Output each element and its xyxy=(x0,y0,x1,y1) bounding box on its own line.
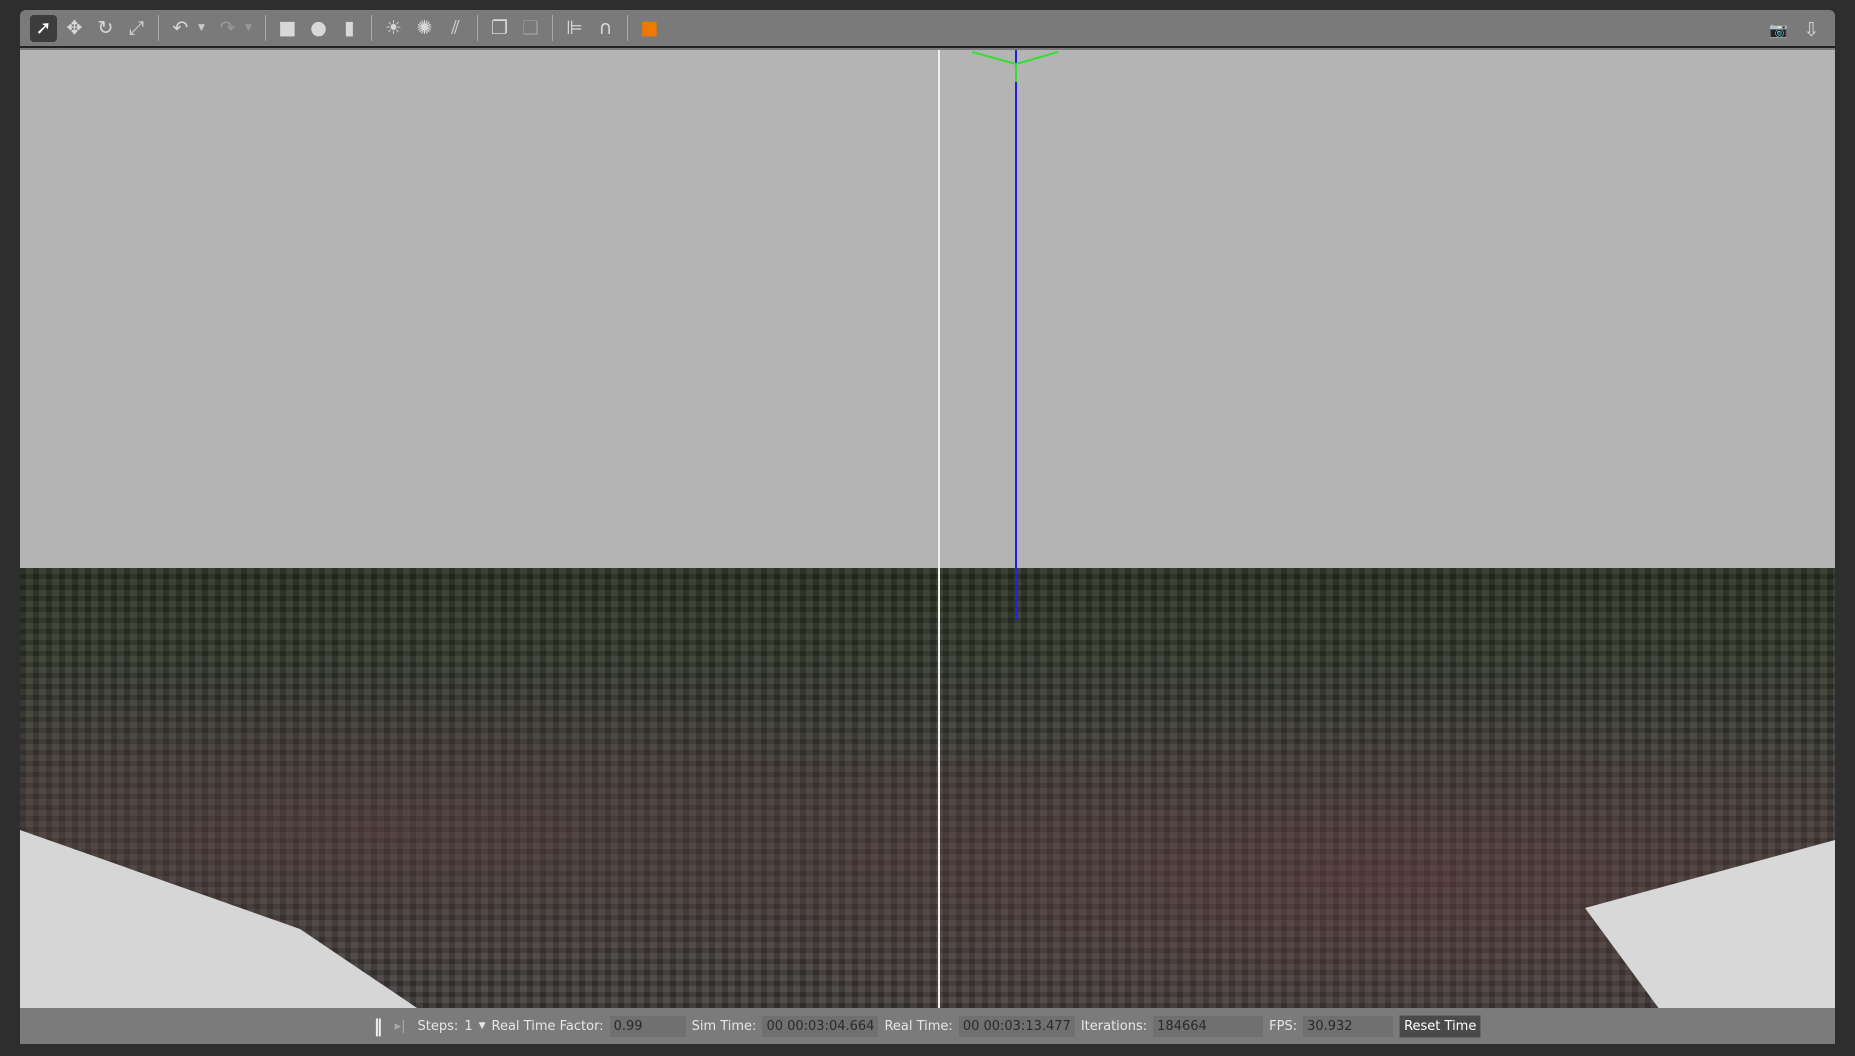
reset-time-button[interactable]: Reset Time xyxy=(1399,1014,1482,1038)
copy-button[interactable]: ❐ xyxy=(486,15,513,42)
align-button[interactable]: ⊫ xyxy=(561,15,588,42)
divider xyxy=(371,15,372,41)
time-panel: ‖ ▸| Steps: 1 ▼ Real Time Factor: 0.99 Si… xyxy=(20,1008,1835,1044)
step-button[interactable]: ▸| xyxy=(395,1019,406,1034)
sim-time-value: 00 00:03:04.664 xyxy=(762,1015,879,1037)
view-angle-button[interactable]: ■ xyxy=(636,15,663,42)
steps-label: Steps: xyxy=(417,1018,459,1034)
sim-time-label: Sim Time: xyxy=(691,1018,757,1034)
sphere-shape-button[interactable]: ● xyxy=(305,15,332,42)
gazebo-window: ➚ ✥ ↻ ⤢ ↶ ▼ ↷ ▼ ■ ● ▮ ☀ ✺ ⫽ ❐ ❏ ⊫ ∩ ■ 📷 … xyxy=(20,10,1835,1044)
model-origin-marker xyxy=(971,51,1059,82)
real-time-value: 00 00:03:13.477 xyxy=(958,1015,1075,1037)
cylinder-shape-button[interactable]: ▮ xyxy=(336,15,363,42)
box-shape-button[interactable]: ■ xyxy=(274,15,301,42)
undo-dropdown-icon[interactable]: ▼ xyxy=(198,23,210,33)
log-button[interactable]: ⇩ xyxy=(1798,16,1825,43)
spot-light-button[interactable]: ✺ xyxy=(411,15,438,42)
redo-dropdown-icon[interactable]: ▼ xyxy=(245,23,257,33)
vertical-guide-line xyxy=(938,50,940,1008)
divider xyxy=(627,15,628,41)
steps-spinner[interactable]: 1 xyxy=(464,1019,472,1034)
real-time-label: Real Time: xyxy=(884,1018,953,1034)
steps-dropdown-icon[interactable]: ▼ xyxy=(479,1021,486,1031)
real-time-factor-value: 0.99 xyxy=(609,1015,686,1037)
iterations-label: Iterations: xyxy=(1080,1018,1148,1034)
directional-light-button[interactable]: ⫽ xyxy=(442,15,469,42)
undo-button[interactable]: ↶ xyxy=(167,15,194,42)
screenshot-button[interactable]: 📷 xyxy=(1765,16,1792,43)
3d-viewport[interactable]: ⋮ ⋮ xyxy=(20,50,1835,1008)
divider xyxy=(158,15,159,41)
redo-button[interactable]: ↷ xyxy=(214,15,241,42)
toolbar: ➚ ✥ ↻ ⤢ ↶ ▼ ↷ ▼ ■ ● ▮ ☀ ✺ ⫽ ❐ ❏ ⊫ ∩ ■ 📷 … xyxy=(20,10,1835,48)
select-mode-button[interactable]: ➚ xyxy=(30,14,57,42)
divider xyxy=(477,15,478,41)
translate-mode-button[interactable]: ✥ xyxy=(61,15,88,42)
divider xyxy=(265,15,266,41)
scale-mode-button[interactable]: ⤢ xyxy=(123,15,150,42)
iterations-value: 184664 xyxy=(1153,1015,1264,1037)
fps-value: 30.932 xyxy=(1303,1015,1394,1037)
z-axis-line xyxy=(1015,50,1017,620)
pause-button[interactable]: ‖ xyxy=(374,1016,383,1037)
divider xyxy=(552,15,553,41)
point-light-button[interactable]: ☀ xyxy=(380,15,407,42)
rotate-mode-button[interactable]: ↻ xyxy=(92,15,119,42)
snap-button[interactable]: ∩ xyxy=(592,15,619,42)
real-time-factor-label: Real Time Factor: xyxy=(491,1018,604,1034)
right-panel-handle[interactable]: ⋮ xyxy=(1831,535,1835,546)
paste-button[interactable]: ❏ xyxy=(517,15,544,42)
fps-label: FPS: xyxy=(1269,1018,1298,1034)
